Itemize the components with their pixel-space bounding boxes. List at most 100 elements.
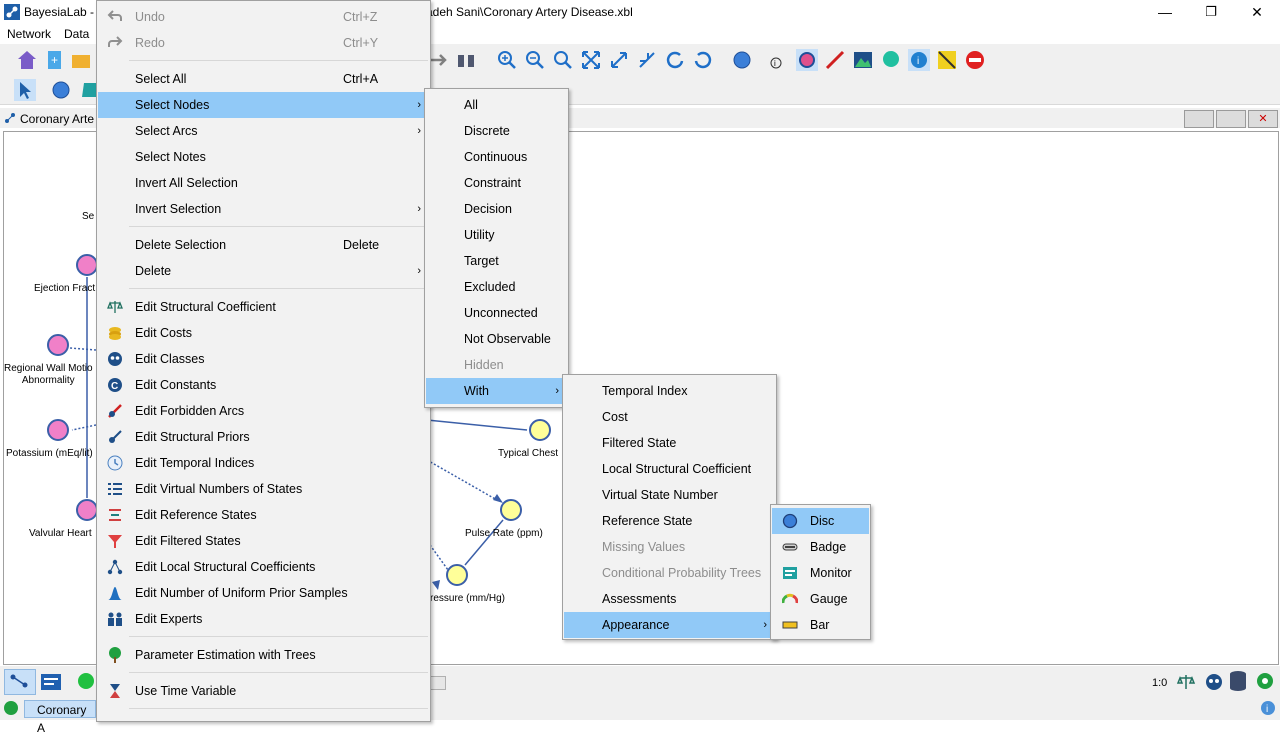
- doc-close-button[interactable]: ✕: [1248, 110, 1278, 128]
- submenu-item-appearance[interactable]: Appearance ›: [564, 612, 775, 638]
- menu-item-edit-costs[interactable]: Edit Costs: [98, 320, 429, 346]
- submenu-item-reference-state[interactable]: Reference State: [564, 508, 775, 534]
- menu-item-edit-filtered-states[interactable]: Edit Filtered States: [98, 528, 429, 554]
- menu-item-edit-classes[interactable]: Edit Classes: [98, 346, 429, 372]
- arc-tool-icon[interactable]: [824, 49, 846, 71]
- binoculars-icon[interactable]: [455, 49, 477, 71]
- submenu-item-badge[interactable]: Badge: [772, 534, 869, 560]
- node-label: Pulse Rate (ppm): [465, 528, 543, 539]
- menu-data[interactable]: Data: [64, 27, 89, 41]
- menu-item-delete-selection[interactable]: Delete Selection Delete: [98, 232, 429, 258]
- restore-button[interactable]: ❐: [1188, 0, 1234, 24]
- monitor-mode-icon[interactable]: [40, 673, 62, 691]
- node-potassium[interactable]: [47, 419, 69, 441]
- menu-item-edit-reference-states[interactable]: Edit Reference States: [98, 502, 429, 528]
- menu-item-edit-local-structural-coefficients[interactable]: Edit Local Structural Coefficients: [98, 554, 429, 580]
- select-arrow-icon[interactable]: [14, 79, 36, 101]
- zoom-in-icon[interactable]: [496, 49, 518, 71]
- menu-item-edit-structural-priors[interactable]: Edit Structural Priors: [98, 424, 429, 450]
- shrink-icon[interactable]: [636, 49, 658, 71]
- validation-mode-icon[interactable]: [78, 673, 94, 689]
- note-icon[interactable]: [936, 49, 958, 71]
- expand-icon[interactable]: [608, 49, 630, 71]
- submenu-item-decision[interactable]: Decision: [426, 196, 567, 222]
- new-file-icon[interactable]: +: [44, 49, 66, 71]
- menu-item-edit-constants[interactable]: C Edit Constants: [98, 372, 429, 398]
- submenu-item-discrete[interactable]: Discrete: [426, 118, 567, 144]
- comment-icon[interactable]: [880, 49, 902, 71]
- submenu-item-not-observable[interactable]: Not Observable: [426, 326, 567, 352]
- submenu-item-with[interactable]: With ›: [426, 378, 567, 404]
- node-valvular-heart[interactable]: [76, 499, 98, 521]
- menu-item-edit-structural-coefficient[interactable]: Edit Structural Coefficient: [98, 294, 429, 320]
- submenu-item-monitor[interactable]: Monitor: [772, 560, 869, 586]
- menu-item-delete[interactable]: Delete ›: [98, 258, 429, 284]
- menu-item-edit-experts[interactable]: Edit Experts: [98, 606, 429, 632]
- menu-item-invert-all-selection[interactable]: Invert All Selection: [98, 170, 429, 196]
- menu-item-use-time-variable[interactable]: Use Time Variable: [98, 678, 429, 704]
- scroll-thumb[interactable]: [430, 676, 446, 690]
- node-blood-pressure[interactable]: [446, 564, 468, 586]
- menu-item-edit-virtual-numbers-of-states[interactable]: Edit Virtual Numbers of States: [98, 476, 429, 502]
- menu-item-edit-temporal-indices[interactable]: Edit Temporal Indices: [98, 450, 429, 476]
- close-button[interactable]: ✕: [1234, 0, 1280, 24]
- bar-icon: [782, 621, 798, 629]
- graph-mode-icon: [10, 674, 28, 688]
- submenu-item-filtered-state[interactable]: Filtered State: [564, 430, 775, 456]
- submenu-item-bar[interactable]: Bar: [772, 612, 869, 638]
- submenu-item-target[interactable]: Target: [426, 248, 567, 274]
- menu-item-select-arcs[interactable]: Select Arcs ›: [98, 118, 429, 144]
- info-node-icon[interactable]: i: [768, 49, 790, 71]
- node-ejection-fraction[interactable]: [76, 254, 98, 276]
- no-entry-icon[interactable]: [964, 49, 986, 71]
- classes-icon[interactable]: [1204, 672, 1224, 692]
- doc-minimize-button[interactable]: [1184, 110, 1214, 128]
- submenu-item-excluded[interactable]: Excluded: [426, 274, 567, 300]
- node-regional-wall-motion[interactable]: [47, 334, 69, 356]
- submenu-item-continuous[interactable]: Continuous: [426, 144, 567, 170]
- rotate-left-icon[interactable]: [664, 49, 686, 71]
- document-tab[interactable]: Coronary A: [24, 700, 96, 735]
- zoom-out-icon[interactable]: [524, 49, 546, 71]
- doc-restore-button[interactable]: [1216, 110, 1246, 128]
- menu-item-parameter-estimation-with-trees[interactable]: Parameter Estimation with Trees: [98, 642, 429, 668]
- node-typical-chest[interactable]: [529, 419, 551, 441]
- fit-window-icon[interactable]: [580, 49, 602, 71]
- submenu-item-temporal-index[interactable]: Temporal Index: [564, 378, 775, 404]
- scales-icon[interactable]: [1176, 672, 1196, 692]
- node-style-icon[interactable]: [732, 49, 754, 71]
- submenu-item-virtual-state-number[interactable]: Virtual State Number: [564, 482, 775, 508]
- info-icon[interactable]: i: [908, 49, 930, 71]
- gear-icon[interactable]: [1254, 670, 1276, 692]
- node-pulse-rate[interactable]: [500, 499, 522, 521]
- node-tool-icon[interactable]: [50, 79, 72, 101]
- submenu-item-unconnected[interactable]: Unconnected: [426, 300, 567, 326]
- open-folder-icon[interactable]: [70, 49, 92, 71]
- zoom-reset-icon[interactable]: [552, 49, 574, 71]
- submenu-item-gauge[interactable]: Gauge: [772, 586, 869, 612]
- menu-item-select-nodes[interactable]: Select Nodes ›: [98, 92, 429, 118]
- pink-node-icon[interactable]: [796, 49, 818, 71]
- menu-item-select-all[interactable]: Select All Ctrl+A: [98, 66, 429, 92]
- submenu-item-assessments[interactable]: Assessments: [564, 586, 775, 612]
- redo-icon: [108, 36, 123, 47]
- submenu-item-constraint[interactable]: Constraint: [426, 170, 567, 196]
- separator: [129, 636, 428, 637]
- image-icon[interactable]: [852, 49, 874, 71]
- forward-arrow-icon[interactable]: [428, 49, 450, 71]
- menu-item-select-notes[interactable]: Select Notes: [98, 144, 429, 170]
- submenu-item-local-structural-coefficient[interactable]: Local Structural Coefficient: [564, 456, 775, 482]
- rotate-right-icon[interactable]: [692, 49, 714, 71]
- minimize-button[interactable]: —: [1142, 0, 1188, 24]
- submenu-item-all[interactable]: All: [426, 92, 567, 118]
- menu-item-edit-number-of-uniform-prior-samples[interactable]: Edit Number of Uniform Prior Samples: [98, 580, 429, 606]
- database-icon[interactable]: [1228, 670, 1248, 692]
- submenu-item-utility[interactable]: Utility: [426, 222, 567, 248]
- menu-network[interactable]: Network: [7, 27, 51, 41]
- help-info-icon[interactable]: i: [1260, 700, 1276, 716]
- home-icon[interactable]: [16, 49, 38, 71]
- menu-item-edit-forbidden-arcs[interactable]: Edit Forbidden Arcs: [98, 398, 429, 424]
- submenu-item-disc[interactable]: Disc: [772, 508, 869, 534]
- menu-item-invert-selection[interactable]: Invert Selection ›: [98, 196, 429, 222]
- submenu-item-cost[interactable]: Cost: [564, 404, 775, 430]
